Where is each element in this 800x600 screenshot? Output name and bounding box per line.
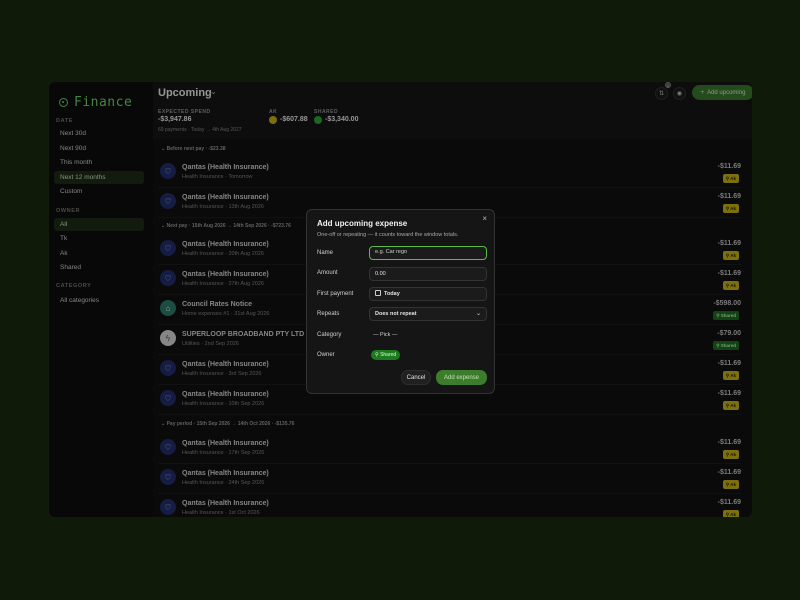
first-payment-label: First payment bbox=[317, 291, 354, 297]
category-label: Category bbox=[317, 332, 342, 338]
amount-label: Amount bbox=[317, 270, 338, 276]
repeats-label: Repeats bbox=[317, 311, 340, 317]
repeats-value: Does not repeat bbox=[375, 311, 417, 317]
dialog-subtitle: One-off or repeating — it counts toward … bbox=[317, 232, 459, 238]
amount-field[interactable]: 0.00 bbox=[369, 267, 487, 281]
owner-shared-pill[interactable]: ⚲ Shared bbox=[371, 350, 401, 360]
cancel-button[interactable]: Cancel bbox=[401, 370, 431, 385]
first-payment-value: Today bbox=[384, 291, 400, 297]
close-icon[interactable]: × bbox=[482, 214, 487, 223]
repeats-select[interactable]: Does not repeat ⌄ bbox=[369, 307, 487, 321]
first-payment-field[interactable]: Today bbox=[369, 287, 487, 301]
chevron-down-icon: ⌄ bbox=[475, 311, 481, 317]
name-input[interactable] bbox=[375, 249, 486, 255]
owner-label: Owner bbox=[317, 352, 335, 358]
calendar-icon bbox=[375, 290, 381, 296]
add-expense-button[interactable]: Add expense bbox=[436, 370, 487, 385]
name-field[interactable] bbox=[369, 246, 487, 260]
name-label: Name bbox=[317, 250, 334, 256]
category-picker[interactable]: — Pick — bbox=[373, 332, 397, 338]
add-upcoming-expense-dialog: Add upcoming expense × One-off or repeat… bbox=[306, 209, 495, 394]
dialog-title: Add upcoming expense bbox=[317, 219, 408, 228]
